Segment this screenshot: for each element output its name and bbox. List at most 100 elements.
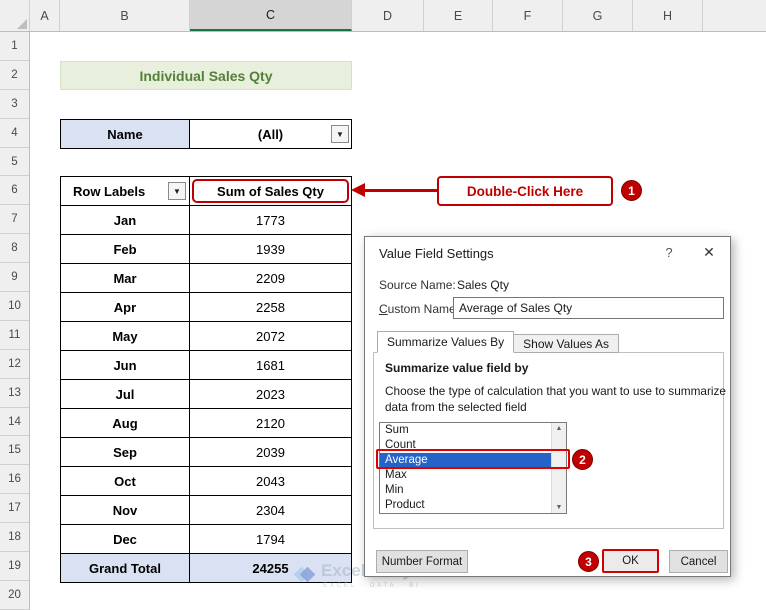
value-cell[interactable]: 1773: [190, 206, 352, 235]
column-header-h[interactable]: H: [633, 0, 703, 31]
value-cell[interactable]: 2209: [190, 264, 352, 293]
row-header[interactable]: 17: [0, 494, 29, 524]
row-header[interactable]: 11: [0, 321, 29, 350]
help-icon[interactable]: ?: [660, 245, 678, 263]
scroll-down-icon[interactable]: ▼: [556, 504, 563, 511]
value-cell[interactable]: 2039: [190, 438, 352, 467]
row-header[interactable]: 16: [0, 465, 29, 495]
column-header-d[interactable]: D: [352, 0, 424, 31]
row-header[interactable]: 1: [0, 32, 29, 61]
arrow-left-icon: [351, 183, 365, 197]
cancel-button[interactable]: Cancel: [669, 550, 728, 573]
step-2-badge: 2: [572, 449, 593, 470]
number-format-button[interactable]: Number Format: [376, 550, 468, 573]
source-name-value: Sales Qty: [457, 278, 510, 292]
grand-total-value-cell[interactable]: 24255: [190, 554, 352, 583]
month-cell[interactable]: Feb: [61, 235, 190, 264]
row-header[interactable]: 2: [0, 61, 29, 90]
column-header-c[interactable]: C: [190, 0, 352, 31]
list-item-product[interactable]: Product: [380, 498, 551, 513]
month-cell[interactable]: May: [61, 322, 190, 351]
row-header[interactable]: 7: [0, 205, 29, 235]
filter-dropdown-icon[interactable]: ▼: [331, 125, 349, 143]
month-cell[interactable]: Mar: [61, 264, 190, 293]
list-item-min[interactable]: Min: [380, 483, 551, 498]
month-cell[interactable]: Oct: [61, 467, 190, 496]
filter-name-cell[interactable]: Name: [61, 120, 190, 148]
row-header[interactable]: 9: [0, 263, 29, 293]
pivot-table: Row Labels ▼ Sum of Sales Qty Jan 1773 F…: [60, 176, 352, 583]
ok-button[interactable]: OK: [602, 549, 659, 573]
summarize-description: Choose the type of calculation that you …: [385, 383, 726, 415]
column-header-e[interactable]: E: [424, 0, 493, 31]
list-item-count[interactable]: Count: [380, 438, 551, 453]
row-header[interactable]: 10: [0, 292, 29, 321]
row-header[interactable]: 4: [0, 119, 29, 148]
list-item-sum[interactable]: Sum: [380, 423, 551, 438]
month-cell[interactable]: Jul: [61, 380, 190, 409]
value-cell[interactable]: 2043: [190, 467, 352, 496]
sheet-title-cell[interactable]: Individual Sales Qty: [60, 61, 352, 90]
summarize-section-title: Summarize value field by: [385, 361, 529, 375]
column-header-b[interactable]: B: [60, 0, 190, 31]
value-cell[interactable]: 2023: [190, 380, 352, 409]
month-cell[interactable]: Jan: [61, 206, 190, 235]
column-header-filler: [703, 0, 766, 31]
double-click-callout: Double-Click Here: [437, 176, 613, 206]
step-3-badge: 3: [578, 551, 599, 572]
value-cell[interactable]: 2072: [190, 322, 352, 351]
custom-name-input[interactable]: [453, 297, 724, 319]
row-labels-header-cell[interactable]: Row Labels ▼: [61, 177, 190, 206]
value-cell[interactable]: 1794: [190, 525, 352, 554]
list-item-max[interactable]: Max: [380, 468, 551, 483]
value-field-settings-dialog: Value Field Settings ? ✕ Source Name: Sa…: [364, 236, 731, 577]
row-header[interactable]: 8: [0, 234, 29, 264]
description-line-1: Choose the type of calculation that you …: [385, 384, 726, 398]
filter-value-cell[interactable]: (All) ▼: [190, 120, 351, 148]
source-name-label: Source Name:: [379, 278, 456, 292]
grand-total-label-cell[interactable]: Grand Total: [61, 554, 190, 583]
close-icon[interactable]: ✕: [698, 244, 720, 262]
column-header-a[interactable]: A: [30, 0, 60, 31]
value-cell[interactable]: 2258: [190, 293, 352, 322]
month-cell[interactable]: Jun: [61, 351, 190, 380]
month-cell[interactable]: Aug: [61, 409, 190, 438]
list-item-average[interactable]: Average: [380, 453, 551, 468]
calculation-type-listbox: Sum Count Average Max Min Product ▲ ▼: [379, 422, 567, 514]
filter-value-label: (All): [257, 126, 284, 142]
callout-arrow-line: [364, 189, 437, 192]
select-all-corner[interactable]: [0, 0, 30, 31]
row-header[interactable]: 13: [0, 379, 29, 408]
value-cell[interactable]: 1681: [190, 351, 352, 380]
dialog-title: Value Field Settings: [379, 246, 494, 261]
month-cell[interactable]: Dec: [61, 525, 190, 554]
row-header[interactable]: 19: [0, 552, 29, 581]
excel-window: A B C D E F G H 1 2 3 4 5 6 7 8 9 10 11 …: [0, 0, 766, 610]
row-header[interactable]: 5: [0, 148, 29, 177]
column-header-f[interactable]: F: [493, 0, 563, 31]
month-cell[interactable]: Sep: [61, 438, 190, 467]
description-line-2: data from the selected field: [385, 400, 527, 414]
tab-show-values-as[interactable]: Show Values As: [514, 334, 619, 353]
column-header-g[interactable]: G: [563, 0, 633, 31]
row-header[interactable]: 3: [0, 90, 29, 119]
row-header[interactable]: 12: [0, 350, 29, 379]
value-cell[interactable]: 1939: [190, 235, 352, 264]
row-header[interactable]: 15: [0, 436, 29, 466]
custom-name-label: Custom Name:: [379, 302, 460, 316]
row-header[interactable]: 6: [0, 176, 29, 206]
sum-of-sales-header-cell[interactable]: Sum of Sales Qty: [190, 177, 352, 206]
row-labels-filter-icon[interactable]: ▼: [168, 182, 186, 200]
watermark-tagline: EXCEL · DATA · BI: [323, 582, 421, 589]
listbox-scrollbar[interactable]: ▲ ▼: [551, 423, 566, 513]
row-header[interactable]: 18: [0, 523, 29, 553]
row-header[interactable]: 14: [0, 408, 29, 437]
row-header[interactable]: 20: [0, 581, 29, 610]
tab-summarize-values-by[interactable]: Summarize Values By: [377, 331, 515, 353]
value-cell[interactable]: 2304: [190, 496, 352, 525]
month-cell[interactable]: Nov: [61, 496, 190, 525]
value-cell[interactable]: 2120: [190, 409, 352, 438]
month-cell[interactable]: Apr: [61, 293, 190, 322]
dialog-tabs: Summarize Values By Show Values As: [377, 331, 619, 353]
scroll-up-icon[interactable]: ▲: [556, 425, 563, 432]
